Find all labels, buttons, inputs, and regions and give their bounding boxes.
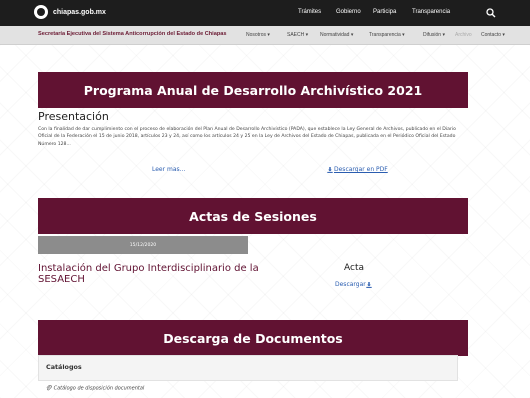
read-more-link[interactable]: Leer mas... [152, 166, 185, 173]
acta-download-link[interactable]: Descargar [335, 281, 373, 288]
site-name: chiapas.gob.mx [53, 8, 106, 16]
actas-banner: Actas de Sesiones [38, 198, 468, 234]
session-date-bar: 15/12/2020 [38, 236, 248, 254]
menu-transparencia[interactable]: Transparencia ▾ [369, 32, 405, 38]
menu-nosotros[interactable]: Nosotros ▾ [246, 32, 270, 38]
menu-contacto[interactable]: Contacto ▾ [481, 32, 505, 38]
nav-gobierno[interactable]: Gobierno [336, 9, 361, 15]
catalog-panel [38, 355, 458, 381]
catalog-heading: Catálogos [46, 363, 82, 371]
secondary-nav: Secretaría Ejecutiva del Sistema Anticor… [0, 26, 530, 45]
menu-difusion[interactable]: Difusión ▾ [423, 32, 445, 38]
presentation-heading: Presentación [38, 110, 109, 123]
program-banner: Programa Anual de Desarrollo Archivístic… [38, 72, 468, 108]
nav-participa[interactable]: Participa [373, 9, 396, 15]
menu-saech[interactable]: SAECH ▾ [287, 32, 308, 38]
catalog-link[interactable]: Catálogo de disposición documental [46, 384, 145, 392]
institution-title[interactable]: Secretaría Ejecutiva del Sistema Anticor… [38, 31, 227, 37]
search-icon[interactable] [486, 8, 496, 18]
acta-heading: Acta [344, 263, 364, 273]
download-icon [327, 166, 333, 173]
paperclip-icon [46, 384, 52, 391]
session-date: 15/12/2020 [129, 242, 157, 248]
download-pdf-label: Descargar en PDF [334, 166, 388, 173]
documents-banner: Descarga de Documentos [38, 320, 468, 356]
download-icon [366, 281, 372, 288]
site-logo[interactable]: chiapas.gob.mx [34, 5, 106, 19]
logo-icon [34, 5, 48, 19]
session-title[interactable]: Instalación del Grupo Interdisciplinario… [38, 263, 278, 285]
menu-normatividad[interactable]: Normatividad ▾ [320, 32, 353, 38]
presentation-text: Con la finalidad de dar cumplimiento con… [38, 127, 456, 147]
nav-tramites[interactable]: Trámites [298, 9, 321, 15]
acta-download-label: Descargar [335, 281, 366, 288]
nav-transparencia[interactable]: Transparencia [412, 9, 450, 15]
top-bar: chiapas.gob.mx Trámites Gobierno Partici… [0, 0, 530, 26]
catalog-item-label: Catálogo de disposición documental [53, 385, 145, 392]
download-pdf-link[interactable]: Descargar en PDF [327, 166, 388, 173]
menu-archivo[interactable]: Archivo [455, 32, 472, 38]
